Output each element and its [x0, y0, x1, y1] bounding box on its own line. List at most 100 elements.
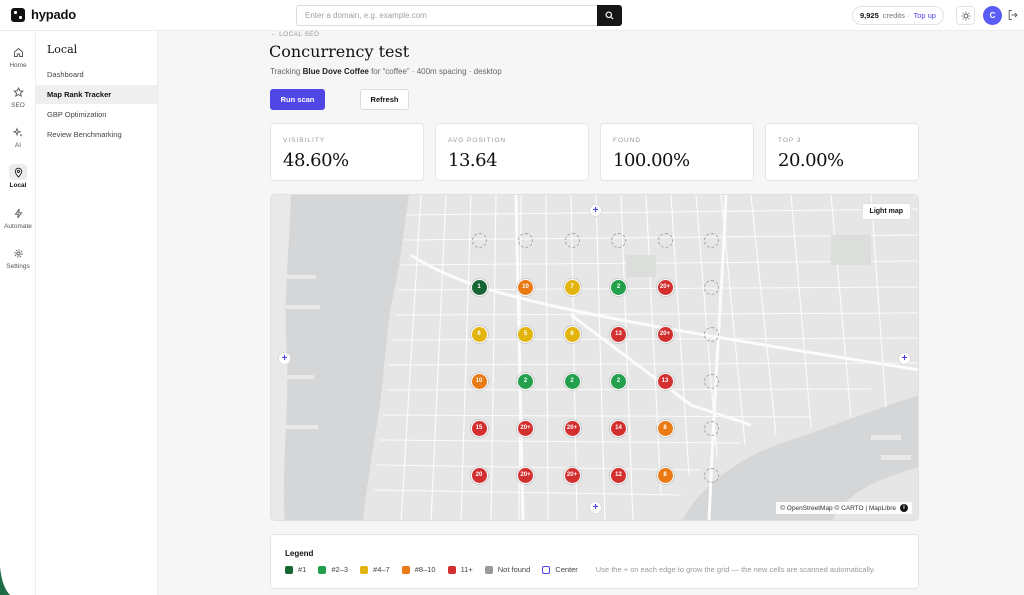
subtitle-prefix: Tracking	[270, 67, 303, 76]
rail-item-ai[interactable]: AI	[0, 124, 36, 149]
subnav-item-review-benchmarking[interactable]: Review Benchmarking	[36, 125, 157, 144]
rank-pin[interactable]: 6	[470, 325, 488, 343]
rank-pin[interactable]: 5	[517, 325, 534, 343]
rank-pin[interactable]: 2	[563, 372, 581, 390]
legend-swatch	[447, 565, 456, 574]
rank-pin[interactable]: 14	[610, 419, 627, 437]
map-style-button[interactable]: Light map	[861, 203, 911, 220]
rank-pin[interactable]: 10	[517, 278, 534, 296]
rank-pin[interactable]: 12	[610, 466, 627, 484]
empty-grid-cell	[704, 326, 719, 342]
rank-pin[interactable]: 8	[656, 419, 674, 437]
legend-swatch	[484, 565, 493, 574]
rank-pin[interactable]: 2	[517, 372, 534, 390]
rank-grid-map[interactable]: Light map + + + + 1 10 7 2 20+ 6 5 6 13 20+ 10 2 2 2 1…	[270, 194, 919, 521]
legend-label: #1	[298, 565, 307, 574]
rail-label-seo: SEO	[11, 102, 25, 109]
breadcrumb[interactable]: ← LOCAL SEO	[270, 31, 319, 38]
legend-note: Use the + on each edge to grow the grid …	[595, 565, 876, 574]
gear-icon	[9, 245, 27, 261]
rail-label-home: Home	[9, 62, 27, 69]
stat-label: FOUND	[613, 137, 642, 144]
refresh-button[interactable]: Refresh	[360, 89, 409, 110]
logo[interactable]: hypado	[11, 7, 76, 22]
subtitle-suffix: for “coffee” · 400m spacing · desktop	[368, 67, 502, 76]
rank-pin[interactable]: 20	[470, 466, 488, 484]
park-area	[831, 235, 871, 265]
rail-corner-decoration	[0, 567, 10, 595]
rank-pin[interactable]: 2	[610, 278, 627, 296]
rail-item-settings[interactable]: Settings	[0, 245, 36, 270]
top-bar: hypado 9,925 credits · Top up C	[0, 0, 1024, 31]
legend-label: Center	[555, 565, 578, 574]
logo-mark-icon	[11, 7, 25, 22]
sparkle-icon	[9, 124, 27, 140]
credits-pill: 9,925 credits · Top up	[852, 6, 944, 25]
icon-rail: Home SEO AI Local Automate Settings	[0, 31, 36, 595]
empty-grid-cell	[704, 232, 719, 248]
subnav-item-map-rank-tracker[interactable]: Map Rank Tracker	[36, 85, 157, 104]
search-icon	[605, 11, 614, 20]
rail-item-home[interactable]: Home	[0, 44, 36, 69]
rank-pin[interactable]: 20+	[563, 419, 581, 437]
rail-item-local[interactable]: Local	[0, 164, 36, 189]
park-area	[626, 255, 656, 277]
subnav-item-dashboard[interactable]: Dashboard	[36, 65, 157, 84]
stat-value: 13.64	[448, 150, 498, 171]
rank-pin[interactable]: 6	[563, 325, 581, 343]
credits-label: credits ·	[882, 11, 910, 20]
domain-search-input[interactable]	[296, 5, 597, 26]
legend-title: Legend	[285, 549, 314, 558]
legend-label: #2–3	[331, 565, 349, 574]
rank-pin[interactable]: 2	[610, 372, 627, 390]
legend-item: 11+	[447, 565, 473, 574]
legend-label: #4–7	[373, 565, 390, 574]
search-button[interactable]	[597, 5, 622, 26]
rank-pin[interactable]: 20+	[517, 466, 534, 484]
stat-card-avg-position: AVG POSITION 13.64	[435, 123, 589, 181]
rank-pin[interactable]: 7	[563, 278, 581, 296]
page-subtitle: Tracking Blue Dove Coffee for “coffee” ·…	[270, 67, 502, 76]
avatar[interactable]: C	[983, 6, 1002, 25]
map-attribution: © OpenStreetMap © CARTO | MapLibre i	[776, 502, 912, 514]
stat-value: 100.00%	[613, 150, 690, 171]
info-icon[interactable]: i	[900, 504, 908, 512]
map-pin-icon	[9, 164, 27, 180]
credits-count: 9,925	[860, 11, 879, 20]
rank-pin[interactable]: 1	[470, 278, 488, 296]
subnav-item-gbp-optimization[interactable]: GBP Optimization	[36, 105, 157, 124]
theme-toggle-button[interactable]	[956, 6, 975, 25]
empty-grid-cell	[704, 467, 719, 483]
page-title: Concurrency test	[269, 42, 410, 61]
stat-card-found: FOUND 100.00%	[600, 123, 754, 181]
stat-card-top-3: TOP 3 20.00%	[765, 123, 919, 181]
rail-item-seo[interactable]: SEO	[0, 84, 36, 109]
empty-grid-cell	[471, 232, 487, 248]
legend-swatch	[401, 565, 410, 574]
legend-swatch	[285, 565, 293, 574]
rank-pin[interactable]: 10	[470, 372, 488, 390]
stat-card-visibility: VISIBILITY 48.60%	[270, 123, 424, 181]
rank-pin[interactable]: 13	[610, 325, 627, 343]
run-scan-button[interactable]: Run scan	[270, 89, 325, 110]
expand-grid-south-button[interactable]: +	[589, 501, 602, 514]
legend-item: Center	[542, 565, 578, 574]
expand-grid-north-button[interactable]: +	[589, 204, 602, 217]
top-up-link[interactable]: Top up	[913, 11, 936, 20]
expand-grid-east-button[interactable]: +	[898, 352, 911, 365]
empty-grid-cell	[704, 373, 719, 389]
rank-pin[interactable]: 20+	[563, 466, 581, 484]
legend-item: #1	[285, 565, 306, 574]
rail-item-automate[interactable]: Automate	[0, 205, 36, 230]
rank-pin[interactable]: 13	[656, 372, 674, 390]
rank-pin[interactable]: 15	[470, 419, 488, 437]
stat-label: VISIBILITY	[283, 137, 326, 144]
rank-pin[interactable]: 20+	[656, 278, 674, 296]
rail-label-automate: Automate	[4, 223, 32, 230]
rank-pin[interactable]: 20+	[517, 419, 534, 437]
expand-grid-west-button[interactable]: +	[278, 352, 291, 365]
rank-pin[interactable]: 20+	[656, 325, 674, 343]
logout-icon[interactable]	[1007, 9, 1018, 21]
empty-grid-cell	[611, 232, 626, 248]
rank-pin[interactable]: 8	[656, 466, 674, 484]
